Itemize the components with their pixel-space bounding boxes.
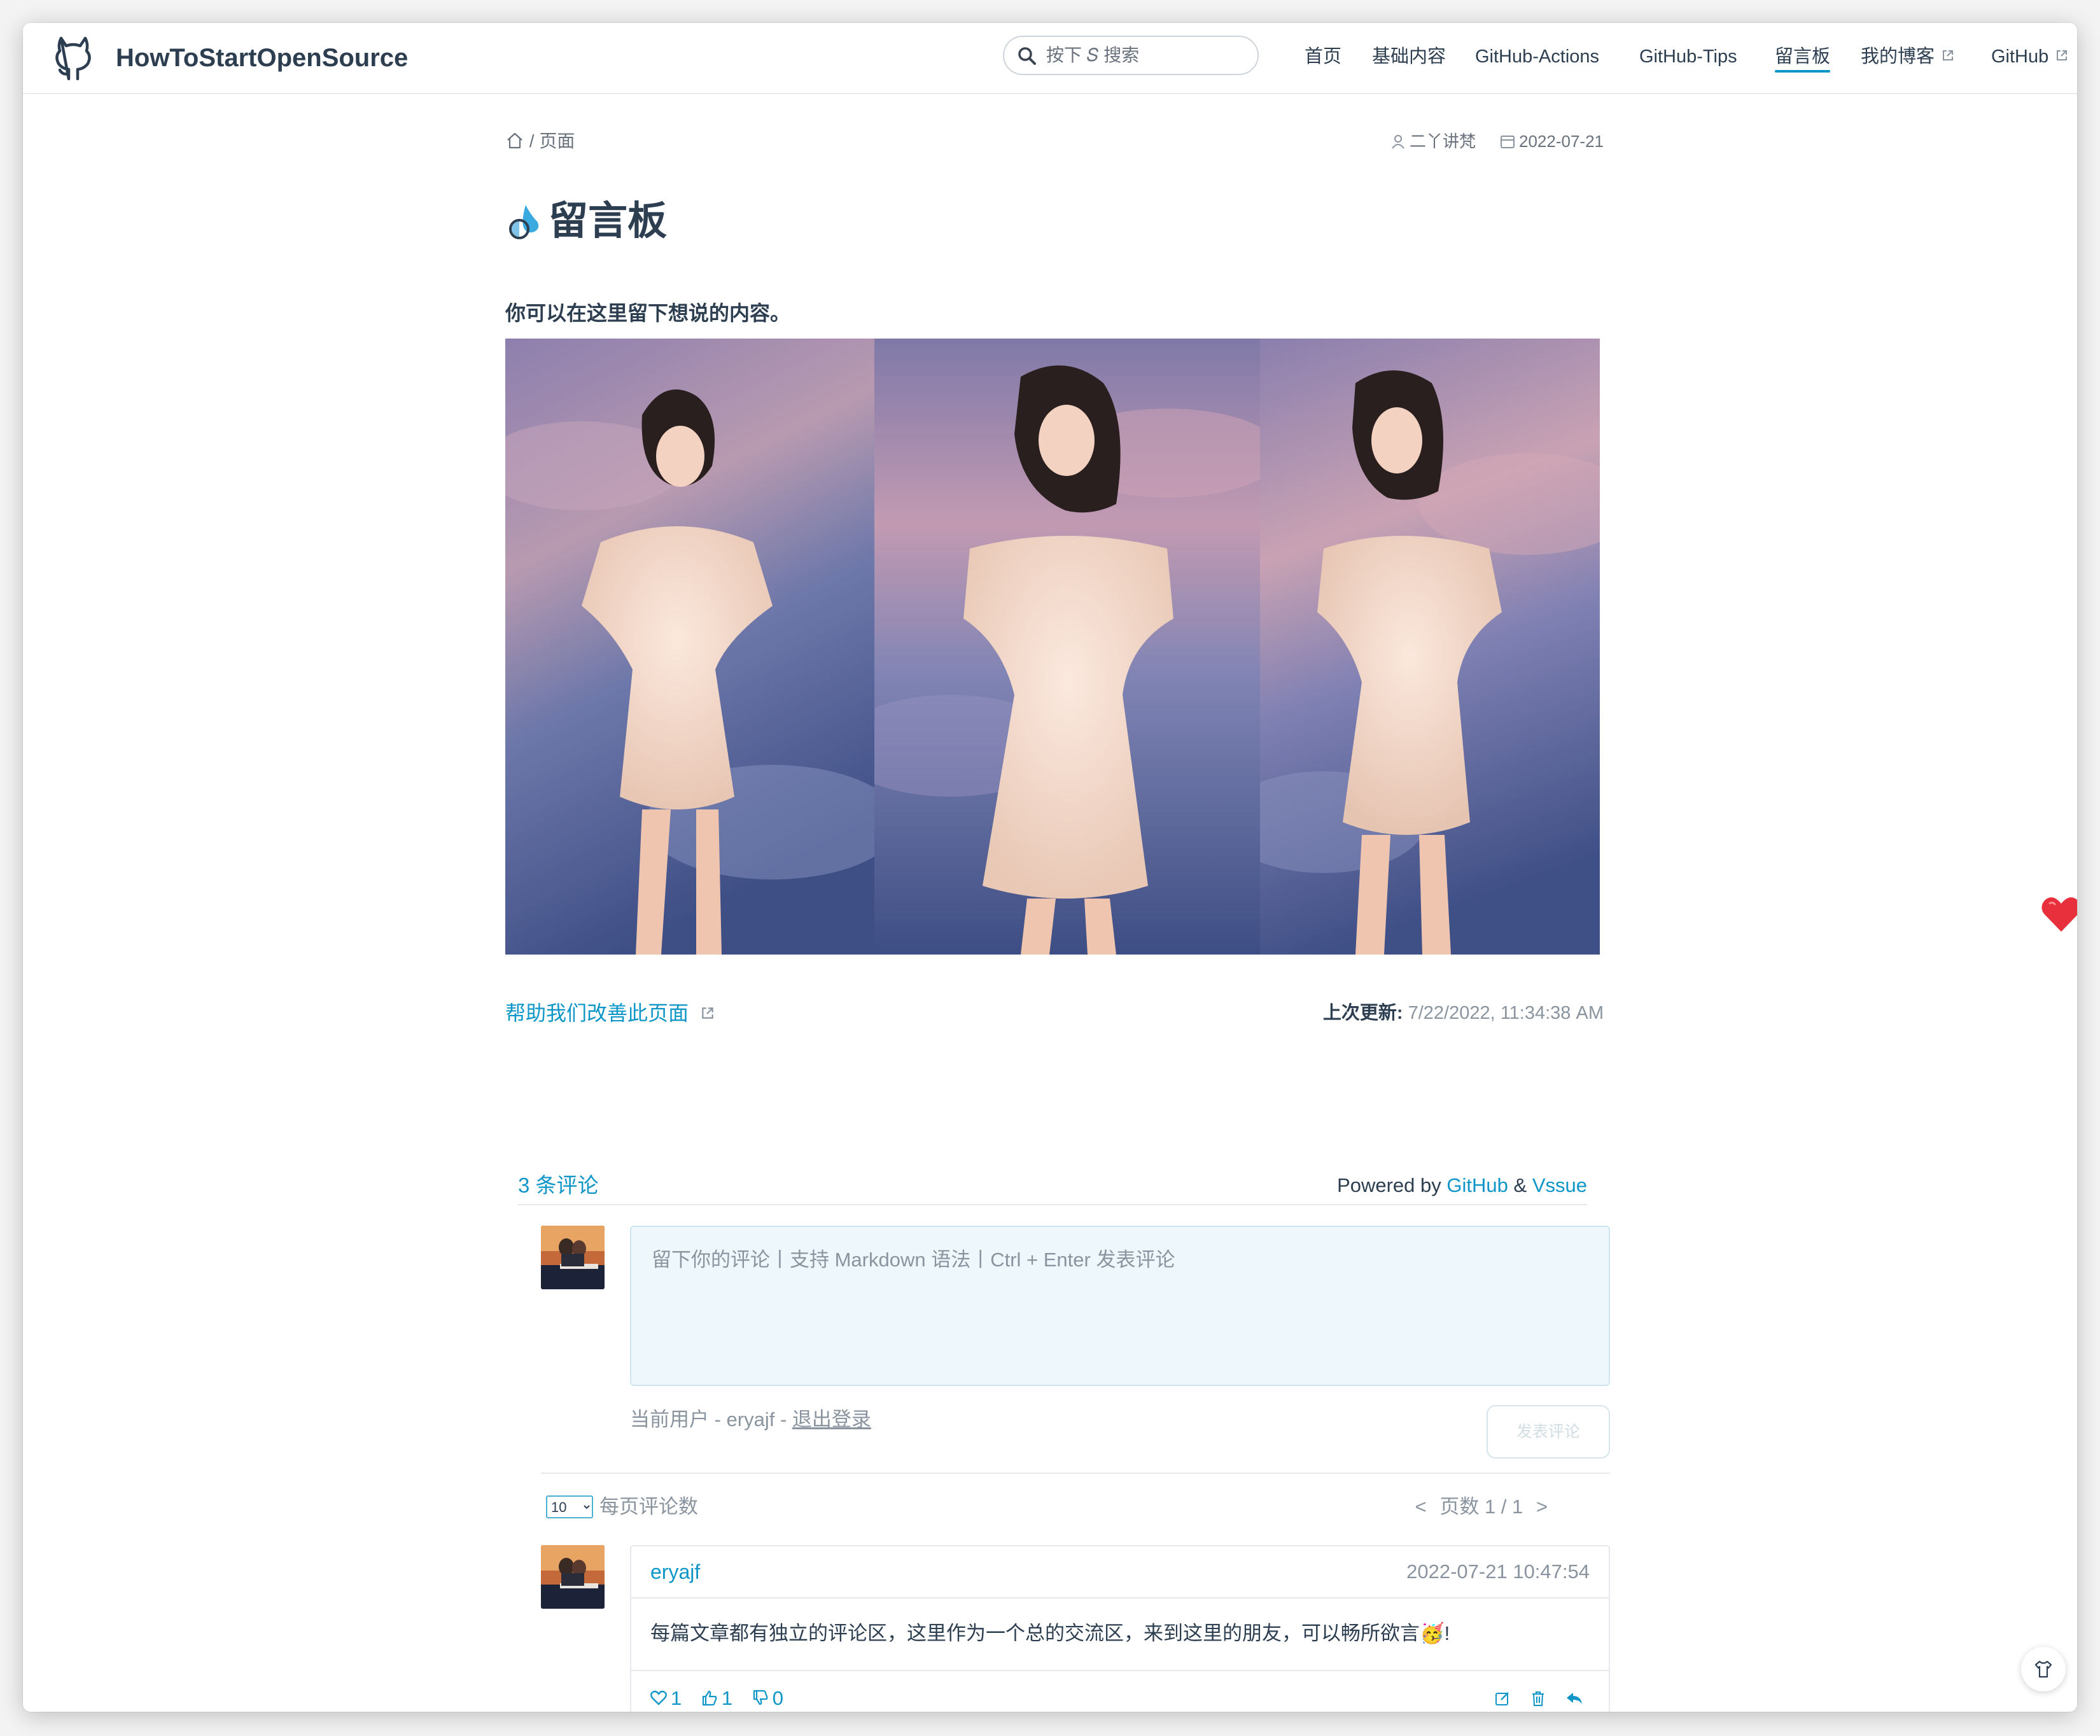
like-count: 1	[671, 1687, 682, 1709]
nav-item-my-blog-label: 我的博客	[1861, 46, 1935, 67]
external-link-icon	[702, 1007, 713, 1019]
thumbs-down-icon	[753, 1690, 768, 1705]
github-link[interactable]: GitHub	[1446, 1174, 1508, 1196]
nav-item-basics[interactable]: 基础内容	[1372, 23, 1446, 90]
powered-by-amp: &	[1513, 1174, 1527, 1196]
home-icon[interactable]	[505, 131, 524, 150]
featured-photo	[505, 339, 1600, 955]
breadcrumb-separator: /	[529, 131, 535, 151]
thumbs-up-icon	[702, 1690, 717, 1705]
external-link-icon	[2057, 50, 2068, 61]
thumbs-down-button[interactable]: 0	[752, 1687, 783, 1709]
last-updated: 上次更新: 7/22/2022, 11:34:38 AM	[1323, 994, 1604, 1032]
nav-item-github[interactable]: GitHub	[1991, 23, 2069, 90]
edit-icon[interactable]	[1494, 1690, 1511, 1707]
title-emoji-icon	[509, 205, 539, 239]
nav-item-my-blog[interactable]: 我的博客	[1861, 23, 1955, 90]
per-page-label: 每页评论数	[599, 1495, 698, 1518]
heart-icon	[650, 1690, 667, 1705]
divider	[541, 1473, 1610, 1474]
publish-date: 2022-07-21	[1519, 132, 1604, 151]
powered-by-label: Powered by	[1337, 1174, 1441, 1196]
edit-page-link[interactable]: 帮助我们改善此页面	[505, 994, 715, 1032]
photo-panel-center	[874, 339, 1260, 955]
comment-author[interactable]: eryajf	[650, 1546, 700, 1597]
breadcrumb-current[interactable]: 页面	[539, 131, 575, 151]
nav-item-github-label: GitHub	[1991, 46, 2049, 67]
logout-link[interactable]: 退出登录	[792, 1408, 871, 1431]
comments-header: 3 条评论 Powered by GitHub & Vssue	[518, 1167, 1587, 1205]
thumbs-down-count: 0	[772, 1687, 783, 1709]
nav-item-github-tips[interactable]: GitHub-Tips	[1639, 23, 1737, 90]
comment-textarea[interactable]: 留下你的评论丨支持 Markdown 语法丨Ctrl + Enter 发表评论	[630, 1226, 1610, 1386]
theme-shirt-icon	[2034, 1660, 2052, 1678]
navbar: HowToStartOpenSource 按下 𝑆 搜索 首页 基础内容 Git…	[23, 23, 2077, 94]
photo-panel-left	[505, 339, 874, 955]
nav-item-message-board[interactable]: 留言板	[1775, 23, 1831, 90]
comment-time: 2022-07-21 10:47:54	[1406, 1560, 1590, 1583]
comment-placeholder: 留下你的评论丨支持 Markdown 语法丨Ctrl + Enter 发表评论	[652, 1249, 1175, 1271]
breadcrumb: / 页面	[505, 129, 575, 154]
comment-actions	[1494, 1671, 1590, 1712]
reply-icon[interactable]	[1565, 1690, 1583, 1707]
calendar-icon	[1501, 136, 1515, 149]
heart-icon[interactable]	[2040, 895, 2077, 934]
comment-footer: 1 1 0	[631, 1670, 1609, 1712]
github-logo-icon[interactable]	[52, 34, 94, 80]
search-input[interactable]: 按下 𝑆 搜索	[1003, 36, 1259, 75]
external-link-icon	[1943, 50, 1954, 61]
last-updated-value: 7/22/2022, 11:34:38 AM	[1408, 1003, 1604, 1023]
submit-comment-button[interactable]: 发表评论	[1487, 1405, 1610, 1459]
edit-page-link-label: 帮助我们改善此页面	[505, 1002, 689, 1025]
author-name[interactable]: 二丫讲梵	[1410, 132, 1476, 151]
avatar[interactable]	[541, 1226, 605, 1289]
nav-item-home[interactable]: 首页	[1305, 23, 1341, 90]
comment-count: 3 条评论	[518, 1173, 599, 1197]
delete-icon[interactable]	[1530, 1690, 1546, 1707]
current-user-text: 当前用户 - eryajf -	[630, 1408, 792, 1431]
last-updated-label: 上次更新:	[1322, 1003, 1403, 1023]
photo-panel-right	[1260, 339, 1600, 955]
nav-item-github-actions[interactable]: GitHub-Actions	[1475, 23, 1599, 90]
browser-window: HowToStartOpenSource 按下 𝑆 搜索 首页 基础内容 Git…	[23, 23, 2077, 1712]
thumbs-up-button[interactable]: 1	[701, 1687, 732, 1709]
like-button[interactable]: 1	[650, 1687, 682, 1709]
page-intro: 你可以在这里留下想说的内容。	[505, 302, 791, 325]
vssue-link[interactable]: Vssue	[1532, 1174, 1587, 1196]
pager-next-button[interactable]: >	[1536, 1495, 1548, 1518]
search-placeholder: 按下 𝑆 搜索	[1046, 45, 1140, 65]
pager-status: 页数 1 / 1	[1439, 1495, 1523, 1518]
comment-card: eryajf 2022-07-21 10:47:54 每篇文章都有独立的评论区，…	[630, 1545, 1610, 1712]
article-meta: 二丫讲梵 2022-07-21	[1390, 129, 1604, 154]
search-icon	[1018, 47, 1036, 65]
comment-reactions: 1 1 0	[650, 1671, 797, 1712]
pagination: < 页数 1 / 1 >	[1411, 1494, 1551, 1520]
comment-header: eryajf 2022-07-21 10:47:54	[631, 1546, 1609, 1599]
powered-by: Powered by GitHub & Vssue	[1337, 1167, 1587, 1204]
page-heading: 留言板	[549, 199, 668, 243]
comment-body: 每篇文章都有独立的评论区，这里作为一个总的交流区，来到这里的朋友，可以畅所欲言🥳…	[650, 1622, 1450, 1644]
user-icon	[1392, 135, 1404, 149]
per-page-select[interactable]: 10	[546, 1495, 593, 1518]
theme-toggle-button[interactable]	[2021, 1647, 2066, 1691]
thumbs-up-count: 1	[721, 1687, 733, 1709]
current-user-line: 当前用户 - eryajf - 退出登录	[630, 1404, 871, 1436]
site-name[interactable]: HowToStartOpenSource	[116, 23, 408, 93]
avatar[interactable]	[541, 1545, 605, 1609]
pager-prev-button[interactable]: <	[1415, 1495, 1427, 1518]
